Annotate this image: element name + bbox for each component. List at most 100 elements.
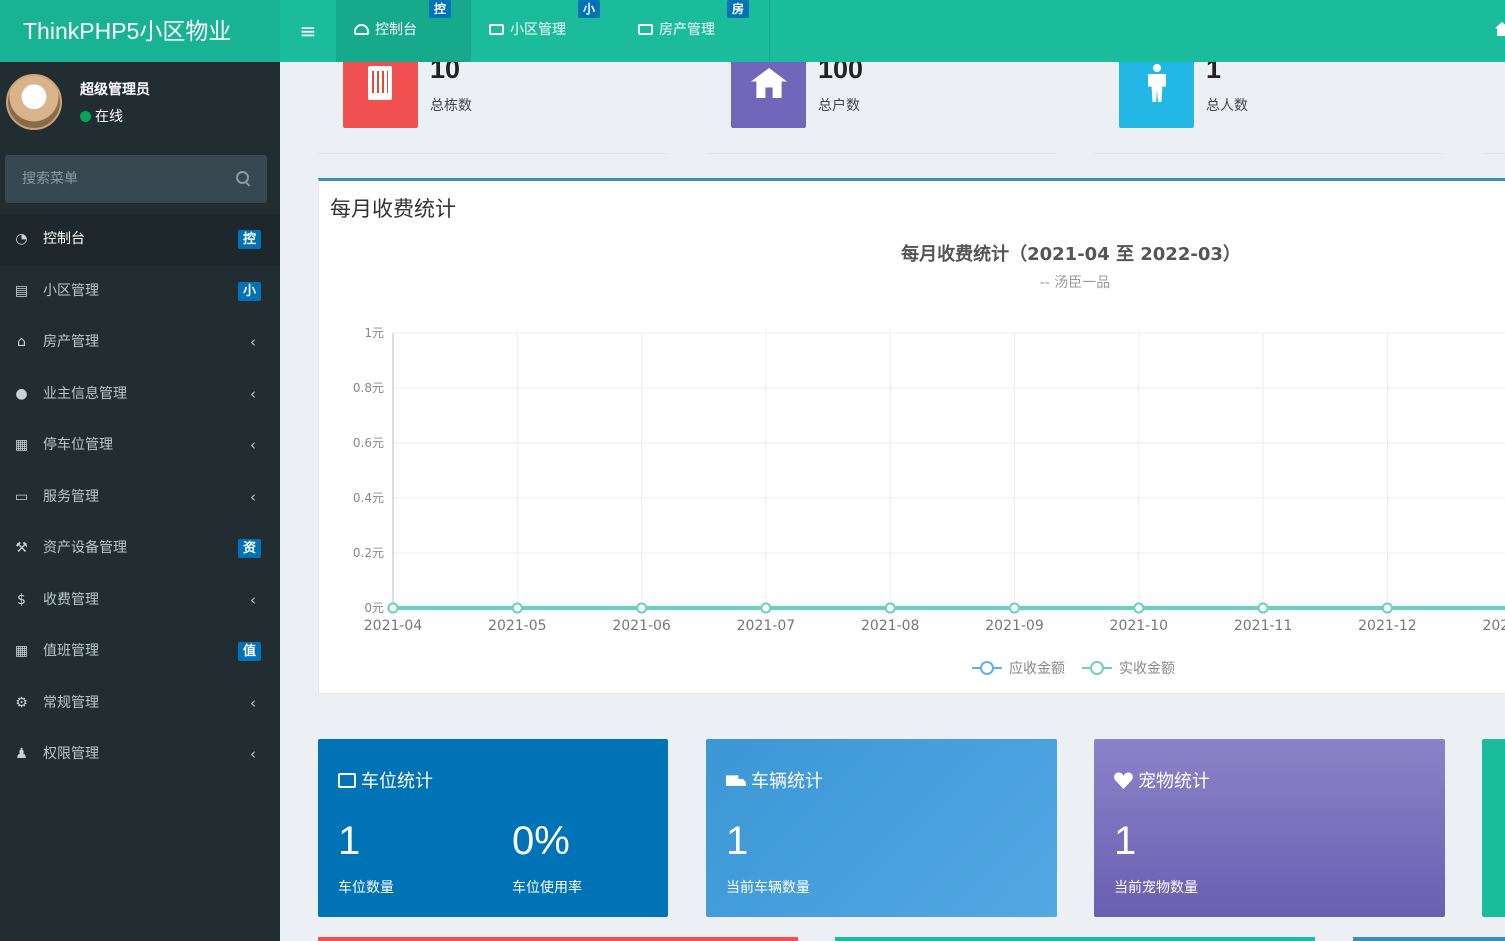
x-tick-label: 2021-07 (737, 618, 796, 634)
building-icon (368, 66, 392, 100)
main-content: 10 总栋数 100 总户数 1 总人数 每月收费统计 每月收费统计（2021-… (280, 62, 1505, 941)
pet-stats-box: 宠物统计 1 当前宠物数量 (1094, 739, 1445, 917)
avatar[interactable] (6, 74, 62, 130)
menu-toggle-icon[interactable]: ≡ (292, 0, 324, 62)
chevron-left-icon: ‹ (250, 487, 256, 506)
cogs-icon: ⚙ (15, 694, 28, 711)
panel-top-border (318, 937, 798, 941)
menu-badge: 资 (237, 539, 261, 558)
user-status: 在线 (80, 106, 123, 126)
stat-card-buildings: 10 总栋数 (318, 62, 668, 154)
chevron-left-icon: ‹ (250, 590, 256, 609)
user-icon: ● (15, 385, 28, 402)
fee-line-chart: 每月收费统计（2021-04 至 2022-03） -- 汤臣一品 0元 0.2元… (353, 243, 1505, 677)
home-icon[interactable] (1495, 22, 1505, 36)
chevron-left-icon: ‹ (250, 436, 256, 454)
sidebar-item-parking[interactable]: ▦ 停车位管理 ‹ (0, 420, 280, 472)
monthly-fee-panel: 每月收费统计 每月收费统计（2021-04 至 2022-03） -- 汤臣一品… (318, 178, 1505, 694)
home-icon (751, 68, 787, 98)
parking-count-value: 1 (338, 819, 361, 863)
top-tab-community[interactable]: 小区管理 小 (471, 0, 620, 62)
online-dot-icon (80, 111, 91, 122)
list-icon: ▤ (14, 282, 29, 299)
x-tick-label: 2021-05 (488, 618, 547, 634)
parking-count-label: 车位数量 (338, 880, 394, 896)
laptop-icon: ▭ (14, 488, 29, 505)
y-tick-label: 0.2元 (353, 546, 384, 560)
dashboard-icon (354, 24, 369, 35)
x-tick-label: 2021-08 (861, 618, 920, 634)
panel-top-border (835, 937, 1315, 941)
chart-subtitle: -- 汤臣一品 (1040, 275, 1111, 291)
chevron-left-icon: ‹ (250, 333, 256, 351)
data-point (636, 602, 648, 614)
sidebar-item-general[interactable]: ⚙ 常规管理 ‹ (0, 678, 280, 730)
data-point (1257, 602, 1269, 614)
menu-search-input[interactable] (5, 155, 220, 203)
top-tab-dashboard[interactable]: 控制台 控 (336, 0, 471, 62)
x-tick-label: 2021-04 (364, 618, 423, 634)
vehicle-count-label: 当前车辆数量 (726, 880, 810, 896)
y-tick-label: 0.4元 (353, 491, 384, 505)
menu-search-form (5, 155, 267, 203)
stat-icon-box (1119, 62, 1194, 128)
group-icon: ♟ (15, 746, 28, 762)
chart-title: 每月收费统计（2021-04 至 2022-03） (901, 243, 1241, 265)
gavel-icon: ⚒ (15, 540, 28, 556)
search-icon[interactable] (235, 170, 253, 188)
sidebar-item-duty[interactable]: ▦ 值班管理 值 (0, 626, 280, 678)
user-panel: 超级管理员 在线 (0, 62, 280, 146)
home-icon: ⌂ (17, 334, 26, 350)
tab-badge: 房 (726, 0, 749, 18)
list-icon (638, 24, 653, 35)
calendar-icon: ▦ (14, 643, 29, 659)
chevron-left-icon: ‹ (250, 693, 256, 712)
y-tick-label: 1元 (364, 326, 384, 340)
y-tick-label: 0.8元 (353, 381, 384, 395)
sidebar-item-owners[interactable]: ● 业主信息管理 ‹ (0, 369, 280, 421)
dashboard-icon: ◔ (15, 231, 28, 247)
sidebar: 超级管理员 在线 ◔ 控制台 控 ▤ 小区管理 小 ⌂ 房产管理 ‹ ● 业主信… (0, 62, 280, 941)
sidebar-menu: ◔ 控制台 控 ▤ 小区管理 小 ⌂ 房产管理 ‹ ● 业主信息管理 ‹ ▦ 停… (0, 214, 280, 781)
stat-icon-box (343, 62, 418, 128)
box-title: 车位统计 (338, 767, 433, 793)
sidebar-item-assets[interactable]: ⚒ 资产设备管理 资 (0, 523, 280, 575)
sidebar-item-community[interactable]: ▤ 小区管理 小 (0, 266, 280, 318)
sidebar-item-service[interactable]: ▭ 服务管理 ‹ (0, 472, 280, 524)
stat-icon-box (731, 62, 806, 128)
data-point (1009, 602, 1020, 614)
tab-badge: 小 (577, 0, 600, 18)
app-logo[interactable]: ThinkPHP5小区物业 (0, 0, 280, 62)
sidebar-item-dashboard[interactable]: ◔ 控制台 控 (0, 214, 280, 266)
box-title: 宠物统计 (1114, 767, 1210, 793)
legend-marker (980, 661, 994, 675)
chevron-left-icon: ‹ (250, 745, 256, 763)
sidebar-item-property[interactable]: ⌂ 房产管理 ‹ (0, 317, 280, 369)
top-navbar: ThinkPHP5小区物业 ≡ 控制台 控 小区管理 小 房产管理 房 (0, 0, 1505, 62)
user-name: 超级管理员 (80, 82, 150, 98)
pet-count-label: 当前宠物数量 (1114, 880, 1198, 896)
dollar-icon: $ (17, 591, 26, 608)
x-tick-label: 2022-01 (1482, 618, 1505, 634)
stat-card-households: 100 总户数 (706, 62, 1056, 154)
stat-label: 总栋数 (430, 98, 472, 114)
sidebar-item-permissions[interactable]: ♟ 权限管理 ‹ (0, 729, 280, 781)
panel-top-border (1353, 937, 1505, 941)
parking-usage-value: 0% (512, 819, 570, 863)
vehicle-count-value: 1 (726, 819, 749, 863)
data-point (1133, 602, 1145, 614)
box-title: 车辆统计 (726, 767, 823, 793)
menu-badge: 小 (237, 281, 261, 301)
data-point (511, 602, 523, 614)
stat-label: 总户数 (818, 98, 860, 114)
vehicle-stats-box: 车辆统计 1 当前车辆数量 (706, 739, 1057, 917)
top-tab-property[interactable]: 房产管理 房 (620, 0, 770, 62)
sidebar-item-billing[interactable]: $ 收费管理 ‹ (0, 575, 280, 627)
stat-value: 100 (818, 62, 864, 84)
x-tick-label: 2021-12 (1358, 618, 1417, 634)
legend-label: 实收金额 (1119, 661, 1175, 677)
film-icon: ▦ (14, 437, 29, 453)
partial-stats-box (1482, 739, 1505, 917)
stat-card-partial (1482, 62, 1505, 154)
y-tick-label: 0.6元 (353, 436, 384, 450)
